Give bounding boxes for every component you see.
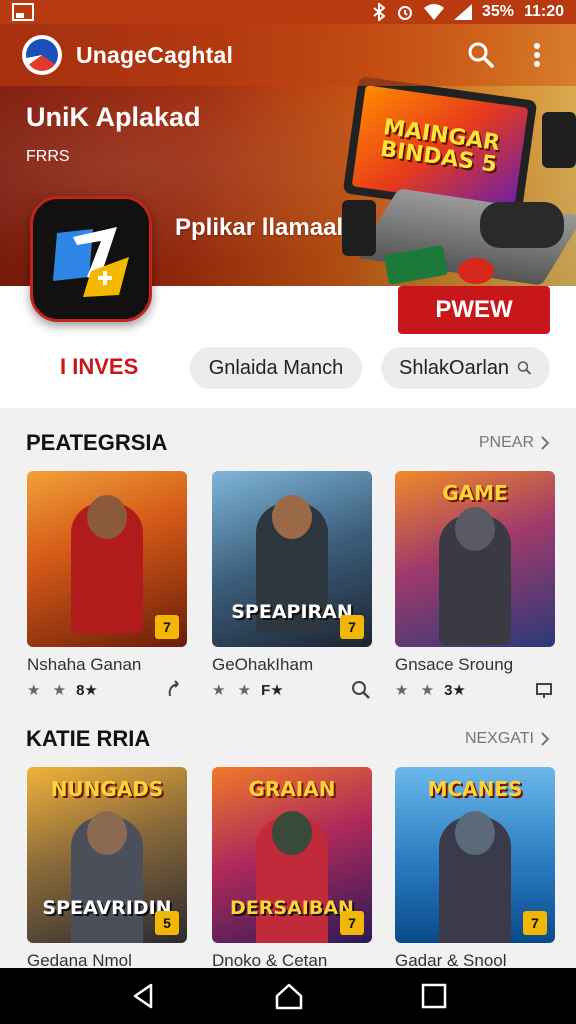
game-badge: 7	[340, 911, 364, 935]
hero-illustration: MAINGAR BINDAS 5	[340, 76, 576, 286]
game-badge: 7	[155, 615, 179, 639]
section-title: KATIE RRIA	[26, 726, 151, 751]
app-title: UnageCaghtal	[76, 41, 234, 68]
featured-app-icon[interactable]	[30, 196, 152, 322]
signal-icon	[453, 4, 472, 20]
battery-level: 35%	[481, 3, 514, 20]
game-badge: 7	[340, 615, 364, 639]
game-thumb-title: NUNGADS	[50, 777, 164, 801]
game-thumb-title: GRAIAN	[248, 777, 336, 801]
game-thumb-title: MCANES	[427, 777, 523, 801]
section-title: PEATEGRSIA	[26, 430, 168, 455]
search-icon	[517, 361, 532, 375]
game-thumbnail: GRAIAN DERSAIBAN 7	[212, 767, 372, 943]
screenshot-icon	[12, 3, 34, 21]
game-thumb-title: GAME	[442, 481, 508, 505]
game-card[interactable]: GAME Gnsace Sroung ★ ★ 3★	[395, 471, 555, 701]
hero-subtitle: FRRS	[26, 148, 70, 165]
rating-value: 8★	[76, 682, 98, 699]
speaker-image	[542, 112, 576, 168]
game-thumbnail: SPEAPIRAN 7	[212, 471, 372, 647]
clock: 11:20	[523, 3, 564, 20]
section-more-label: NEXGATI	[464, 730, 534, 747]
tab-main[interactable]: I INVES	[60, 354, 138, 380]
game-card[interactable]: SPEAPIRAN 7 GeOhakIham ★ ★ F★	[212, 471, 372, 701]
game-card[interactable]: GRAIAN DERSAIBAN 7 Dnoko & Cetan	[212, 767, 372, 971]
rating-value: F★	[261, 682, 284, 699]
game-title: Nshaha Ganan	[27, 655, 142, 674]
game-thumbnail: GAME	[395, 471, 555, 647]
mouse-image	[458, 258, 494, 284]
section-header: KATIE RRIA NEXGATI	[26, 726, 550, 752]
new-button[interactable]: PWEW	[398, 286, 550, 334]
hero-title: UniK Aplakad	[26, 102, 201, 132]
rating-stars: ★ ★	[212, 682, 256, 699]
hero-tagline: Pplikar llamaal	[175, 214, 344, 241]
back-icon[interactable]	[129, 982, 157, 1010]
filter-chip[interactable]: Gnlaida Manch	[190, 347, 362, 389]
game-badge: 5	[155, 911, 179, 935]
alarm-icon	[397, 6, 412, 20]
section-more-link[interactable]: PNEAR	[479, 434, 550, 452]
game-title: GeOhakIham	[212, 655, 314, 674]
chevron-right-icon	[541, 436, 550, 450]
chevron-right-icon	[541, 732, 550, 746]
game-card[interactable]: 7 Nshaha Ganan ★ ★ 8★	[27, 471, 187, 701]
rating-stars: ★ ★	[395, 682, 439, 699]
screen-game-title: MAINGAR BINDAS 5	[378, 115, 502, 178]
rating-stars: ★ ★	[27, 682, 71, 699]
search-chip-label: ShlakOarlan	[399, 356, 510, 379]
section-header: PEATEGRSIA PNEAR	[26, 430, 550, 456]
game-card[interactable]: MCANES 7 Gadar & Snool	[395, 767, 555, 971]
section-more-link[interactable]: NEXGATI	[465, 730, 550, 748]
home-icon[interactable]	[274, 982, 304, 1010]
game-badge: 7	[523, 911, 547, 935]
device-icon[interactable]	[533, 679, 555, 701]
game-thumbnail: NUNGADS SPEAVRIDIN 5	[27, 767, 187, 943]
bluetooth-icon	[373, 3, 386, 21]
gamepad-image	[480, 202, 564, 248]
recents-icon[interactable]	[421, 983, 447, 1009]
game-thumbnail: MCANES 7	[395, 767, 555, 943]
wifi-icon	[423, 4, 444, 20]
game-title: Gnsace Sroung	[395, 655, 514, 674]
search-chip[interactable]: ShlakOarlan	[381, 347, 550, 389]
app-bar: UnageCaghtal	[0, 24, 576, 86]
search-icon[interactable]	[466, 40, 496, 70]
speaker-image	[342, 200, 376, 256]
more-vert-icon[interactable]	[522, 40, 552, 70]
search-icon[interactable]	[350, 679, 372, 701]
game-thumbnail: 7	[27, 471, 187, 647]
swipe-icon[interactable]	[165, 679, 187, 701]
app-logo-icon[interactable]	[22, 35, 62, 75]
system-nav-bar	[0, 968, 576, 1024]
game-card[interactable]: NUNGADS SPEAVRIDIN 5 Gedana Nmol	[27, 767, 187, 971]
section-more-label: PNEAR	[478, 434, 534, 451]
rating-value: 3★	[444, 682, 466, 699]
status-bar: 35% 11:20	[0, 0, 576, 24]
filter-chip-label: Gnlaida Manch	[208, 356, 344, 379]
